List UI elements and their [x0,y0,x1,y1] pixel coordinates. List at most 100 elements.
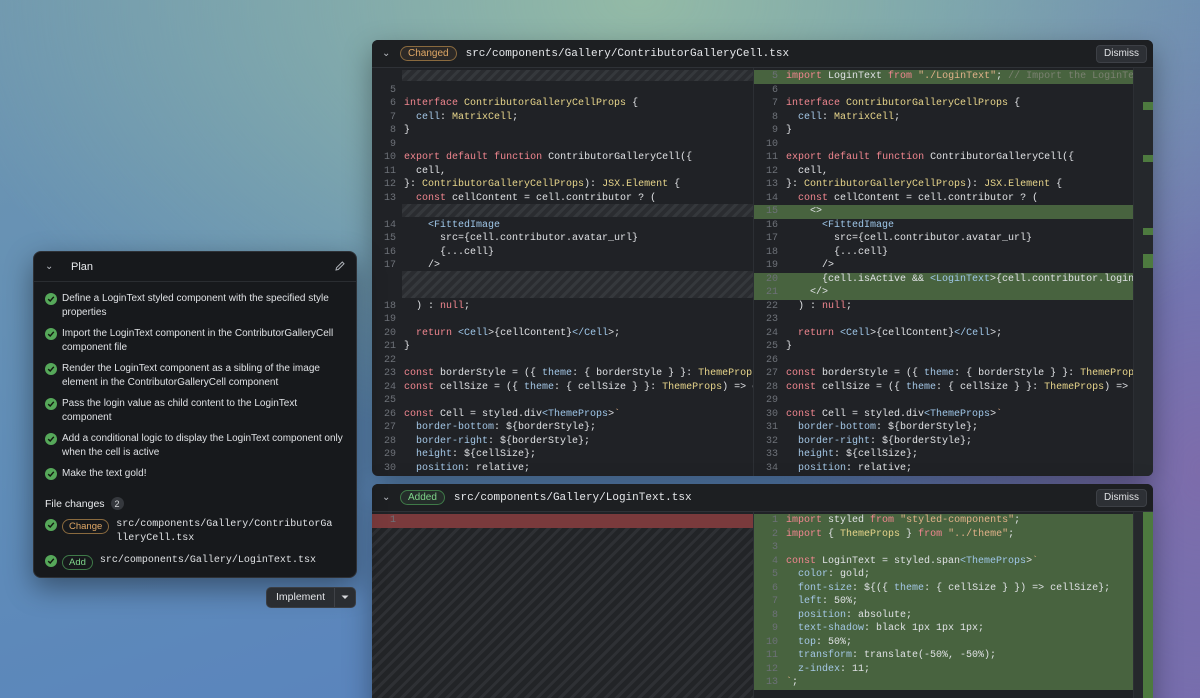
minimap-marker [1143,155,1153,162]
code-line: 22 ) : null; [754,300,1133,314]
code-text: return <Cell>{cellContent}</Cell>; [416,327,621,339]
code-line: 17 /> [372,259,753,273]
plan-step: Make the text gold! [45,467,345,481]
line-number: 12 [765,165,778,177]
code-text: export default function ContributorGalle… [404,152,693,164]
code-text: const Cell = styled.div<ThemeProps>` [786,408,1003,420]
implement-dropdown-button[interactable] [335,588,355,607]
code-text: const cellContent = cell.contributor ? ( [416,192,657,204]
code-text: transform: translate(-50%, -50%); [798,650,997,662]
line-number: 29 [765,395,778,407]
code-text: } [404,341,411,353]
code-line: 8} [372,124,753,138]
code-line: 22 [372,354,753,368]
code-text: position: relative; [798,462,913,474]
code-line: 28 const cellSize = ({ theme: { cellSize … [754,381,1133,395]
plan-step: Render the LoginText component as a sibl… [45,362,345,390]
code-line: 20 return <Cell>{cellContent}</Cell>; [372,327,753,341]
implement-button[interactable]: Implement [267,588,336,607]
code-line: 5 color: gold; [754,568,1133,582]
line-number: 9 [771,125,778,137]
line-number: 24 [383,381,396,393]
line-number: 14 [383,219,396,231]
code-line: 12}: ContributorGalleryCellProps): JSX.E… [372,178,753,192]
check-circle-icon [45,398,57,410]
line-number: 9 [771,623,778,635]
diff-panel-header[interactable]: ⌄ Changed src/components/Gallery/Contrib… [372,40,1153,68]
code-line: 4 const LoginText = styled.span<ThemeProp… [754,554,1133,568]
check-circle-icon [45,468,57,480]
line-number: 8 [771,609,778,621]
line-number: 30 [765,408,778,420]
line-number: 5 [771,71,778,83]
file-change-item[interactable]: Change src/components/Gallery/Contributo… [45,518,336,546]
code-text: <> [786,206,823,218]
line-number: 32 [765,435,778,447]
line-number: 20 [383,327,396,339]
line-number: 31 [765,422,778,434]
diff-panel-header[interactable]: ⌄ Added src/components/Gallery/LoginText… [372,484,1153,512]
chevron-down-icon[interactable]: ⌄ [382,492,400,503]
line-number: 25 [383,395,396,407]
line-number: 16 [383,246,396,258]
code-line: 13 const cellContent = cell.contributor … [372,192,753,206]
code-line: 15 src={cell.contributor.avatar_url} [372,232,753,246]
code-line: 21} [372,340,753,354]
code-line: 33 height: ${cellSize}; [754,448,1133,462]
line-number: 23 [765,314,778,326]
diff-minimap[interactable] [1133,68,1153,476]
chevron-down-icon[interactable]: ⌄ [382,48,400,59]
diff-minimap[interactable] [1133,512,1153,698]
added-badge: Added [400,490,445,505]
dismiss-button[interactable]: Dismiss [1096,45,1147,63]
chevron-down-icon[interactable]: ⌄ [45,261,63,272]
code-line: 27 const borderStyle = ({ theme: { border… [754,367,1133,381]
code-text: top: 50%; [798,636,853,648]
plan-title: Plan [71,260,94,273]
check-circle-icon [45,328,57,340]
pencil-icon[interactable] [334,260,346,272]
code-line: 14 <FittedImage [372,219,753,233]
code-line: 12 z-index: 11; [754,662,1133,676]
line-number: 4 [771,555,778,567]
line-number: 33 [765,449,778,461]
line-number: 9 [389,138,396,150]
plan-step: Import the LoginText component in the Co… [45,327,345,355]
code-line: 7 cell: MatrixCell; [372,111,753,125]
line-number: 28 [383,435,396,447]
plan-step-text: Make the text gold! [62,468,147,479]
line-number: 34 [765,462,778,474]
file-change-item[interactable]: Add src/components/Gallery/LoginText.tsx [45,554,316,570]
code-line: 11 export default function ContributorGal… [754,151,1133,165]
dismiss-button[interactable]: Dismiss [1096,489,1147,507]
code-line: 13}: ContributorGalleryCellProps): JSX.E… [754,178,1133,192]
code-text: `; [786,677,799,689]
code-text: {cell.isActive && <LoginText>{cell.contr… [786,273,1133,285]
check-circle-icon [45,433,57,445]
code-text: {...cell} [404,246,495,258]
plan-header[interactable]: ⌄ Plan [34,252,356,282]
code-line: 10 export default function ContributorGal… [372,151,753,165]
line-number: 28 [765,381,778,393]
line-number: 10 [765,636,778,648]
code-line: 20 {cell.isActive && <LoginText>{cell.co… [754,272,1133,286]
code-text: src={cell.contributor.avatar_url} [786,233,1033,245]
line-number: 7 [389,111,396,123]
file-change-path: src/components/Gallery/ContributorGaller… [116,519,333,544]
code-text: const borderStyle = ({ theme: { borderSt… [786,368,1133,380]
code-line: 24 return <Cell>{cellContent}</Cell>; [754,327,1133,341]
code-line: 8 position: absolute; [754,608,1133,622]
code-text: /> [786,260,835,272]
line-number: 6 [771,84,778,96]
minimap-marker [1143,512,1153,698]
code-line: 6 [754,84,1133,98]
code-line: 7 interface ContributorGalleryCellProps { [754,97,1133,111]
diff-gap-hatch [372,526,753,698]
code-text: border-right: ${borderStyle}; [798,435,973,447]
line-number: 13 [383,192,396,204]
code-line: 23 [754,313,1133,327]
code-line: 11 cell, [372,165,753,179]
file-changes-heading: File changes 2 [45,497,124,510]
